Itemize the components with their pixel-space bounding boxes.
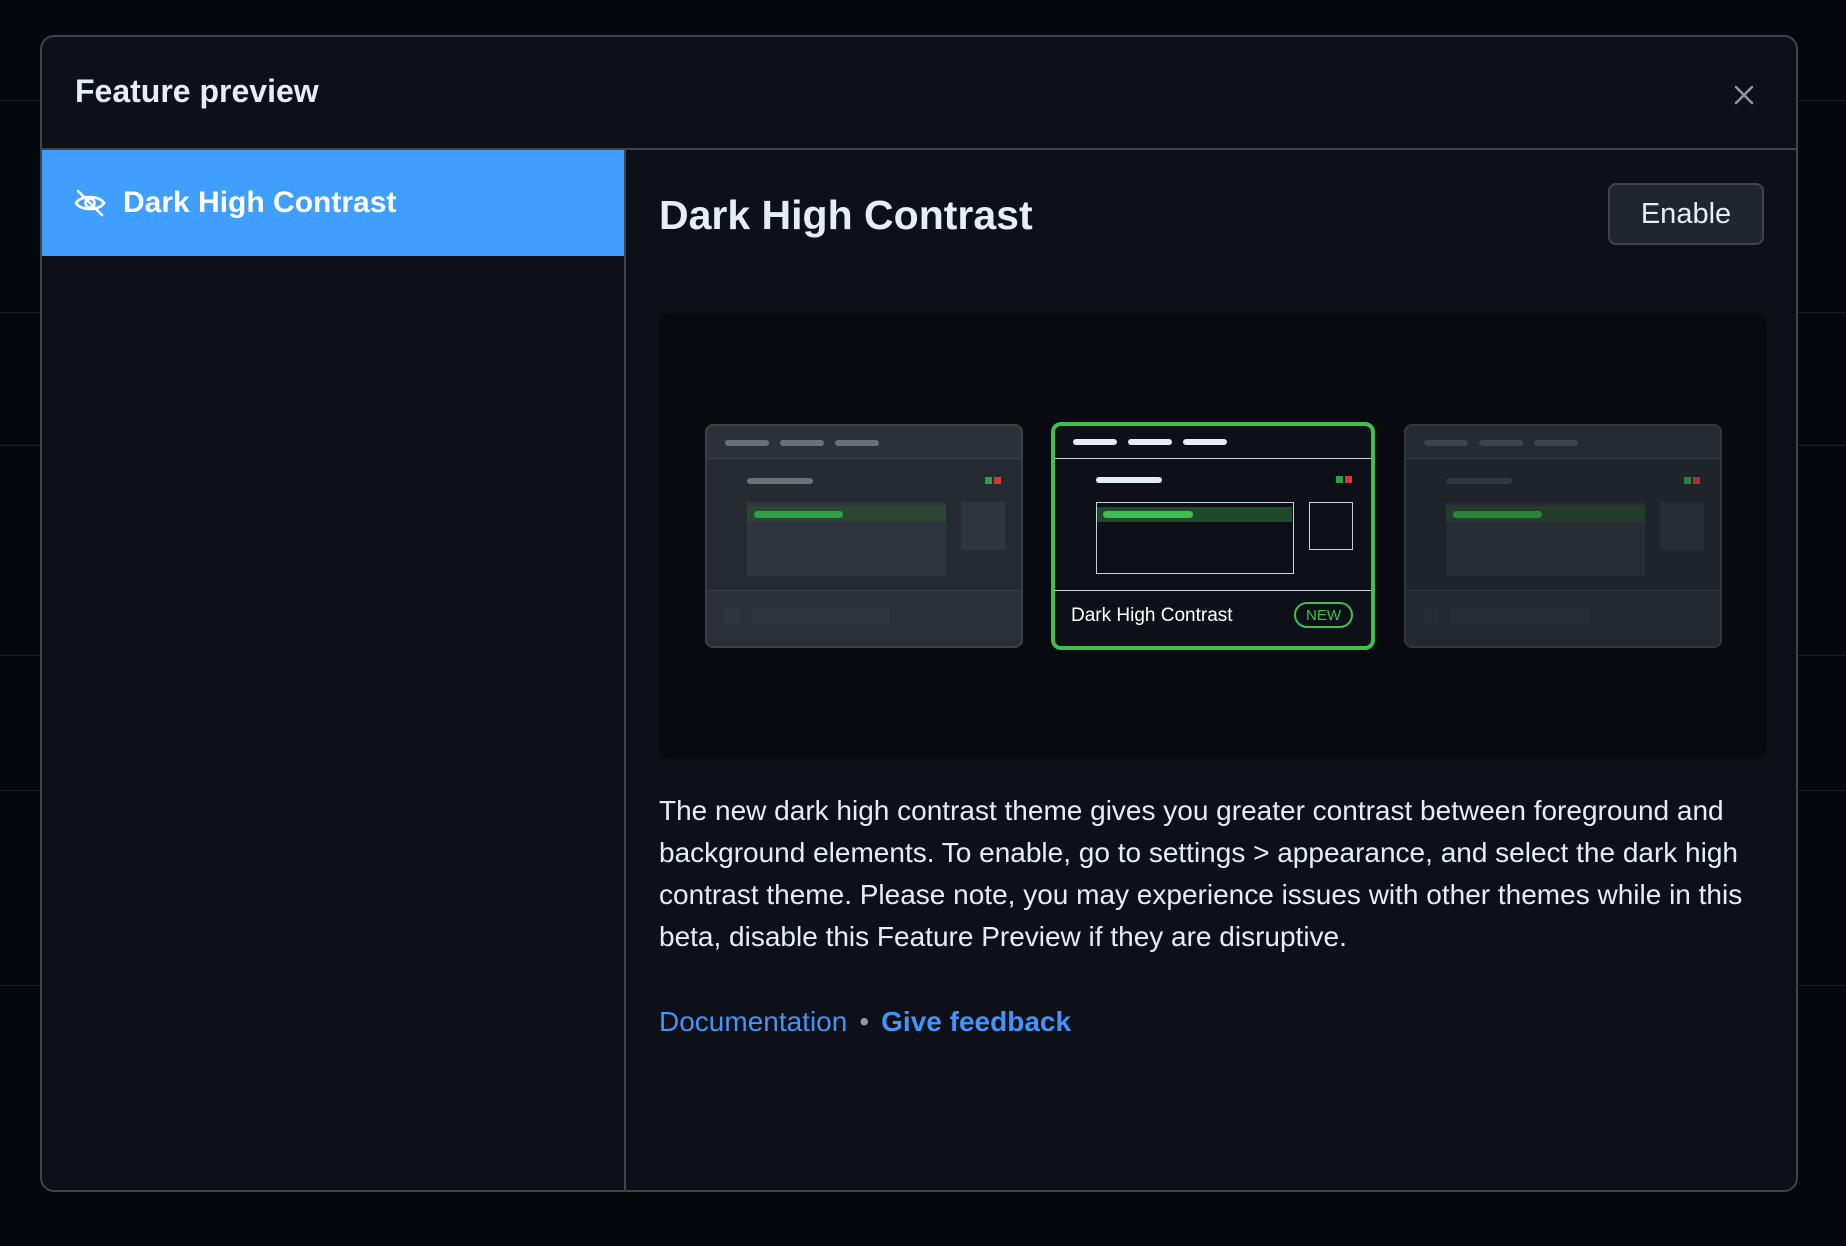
card-nav-pill — [1128, 439, 1172, 445]
theme-card-dark-high-contrast: Dark High Contrast NEW — [1051, 422, 1375, 650]
card-topbar — [707, 426, 1021, 459]
give-feedback-link[interactable]: Give feedback — [881, 1006, 1071, 1038]
card-nav-pill — [1479, 440, 1523, 446]
theme-preview-image: Dark High Contrast NEW — [659, 314, 1766, 758]
card-nav-pill — [725, 440, 769, 446]
dialog-header: Feature preview — [42, 37, 1796, 150]
card-status-green — [985, 477, 992, 484]
card-nav-pill — [835, 440, 879, 446]
close-icon — [1734, 85, 1754, 105]
sidebar-item-dark-high-contrast[interactable]: Dark High Contrast — [42, 150, 624, 256]
card-heading-pill — [1446, 478, 1512, 484]
sidebar-item-label: Dark High Contrast — [123, 186, 397, 219]
feature-detail-panel: Dark High Contrast Enable Dark High Cont… — [626, 150, 1796, 1190]
card-topbar — [1406, 426, 1720, 459]
theme-card-dark-dimmed — [1404, 424, 1722, 648]
card-side-panel — [1309, 502, 1353, 550]
card-topbar — [1055, 426, 1371, 459]
card-status-green — [1684, 477, 1691, 484]
card-main-panel — [1096, 502, 1294, 574]
close-button[interactable] — [1726, 77, 1762, 113]
card-side-panel — [1660, 502, 1704, 550]
card-nav-pill — [1183, 439, 1227, 445]
card-nav-pill — [1073, 439, 1117, 445]
feature-list-sidebar: Dark High Contrast — [42, 150, 626, 1190]
eye-closed-icon — [73, 186, 107, 220]
card-progress-bar — [1103, 511, 1193, 518]
card-theme-label: Dark High Contrast — [1071, 605, 1233, 626]
link-separator: • — [859, 1006, 870, 1037]
card-heading-pill — [1096, 477, 1162, 483]
card-footer — [1406, 590, 1720, 646]
card-progress-bar — [754, 511, 843, 518]
theme-card-dark — [705, 424, 1023, 648]
card-footer-square — [1423, 608, 1439, 624]
card-status-red — [1345, 476, 1352, 483]
dialog-title: Feature preview — [75, 73, 319, 109]
documentation-link[interactable]: Documentation — [659, 1006, 847, 1038]
card-status-green — [1336, 476, 1343, 483]
enable-button[interactable]: Enable — [1608, 183, 1764, 245]
feature-links: Documentation • Give feedback — [659, 1006, 1071, 1038]
new-badge: NEW — [1294, 602, 1353, 628]
card-nav-pill — [1424, 440, 1468, 446]
card-footer-bar — [752, 608, 890, 624]
card-progress-bar — [1453, 511, 1542, 518]
feature-preview-dialog: Feature preview Dark High Contrast Dark … — [40, 35, 1798, 1192]
card-nav-pill — [780, 440, 824, 446]
card-heading-pill — [747, 478, 813, 484]
card-side-panel — [961, 502, 1005, 550]
card-footer-bar — [1451, 608, 1589, 624]
card-footer: Dark High Contrast NEW — [1055, 590, 1371, 646]
card-status-red — [1693, 477, 1700, 484]
card-footer-square — [724, 608, 740, 624]
card-status-red — [994, 477, 1001, 484]
card-footer — [707, 590, 1021, 646]
feature-title: Dark High Contrast — [659, 192, 1033, 238]
feature-description: The new dark high contrast theme gives y… — [659, 795, 1743, 952]
card-nav-pill — [1534, 440, 1578, 446]
